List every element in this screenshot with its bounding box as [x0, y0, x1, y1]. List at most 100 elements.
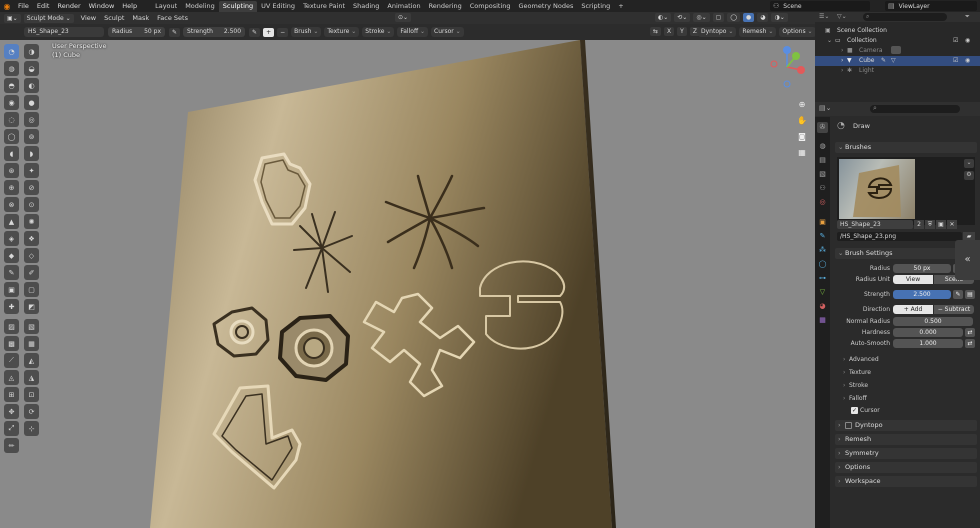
sidebar-toggle-icon[interactable]: «: [955, 240, 980, 280]
advanced-subpanel[interactable]: Advanced: [843, 355, 879, 365]
box-trim-tool-icon[interactable]: ▦: [24, 336, 39, 351]
cursor-checkbox[interactable]: ✓: [851, 407, 858, 414]
xray-icon[interactable]: ▢: [712, 13, 725, 22]
output-tab-icon[interactable]: ▤: [817, 155, 828, 166]
options-section-header[interactable]: Options: [835, 462, 977, 473]
line-project-tool-icon[interactable]: ⟋: [4, 353, 19, 368]
outliner-filter-icon[interactable]: ⏷: [965, 12, 970, 22]
transform-tool-icon[interactable]: ⊹: [24, 421, 39, 436]
remesh-section-header[interactable]: Remesh: [835, 434, 977, 445]
symmetry-y[interactable]: Y: [677, 27, 687, 36]
annotate-tool-icon[interactable]: ✏: [4, 438, 19, 453]
stroke-dropdown[interactable]: Stroke: [362, 27, 395, 37]
direction-add-button[interactable]: + Add: [893, 305, 933, 314]
brushes-section-header[interactable]: Brushes: [835, 142, 977, 153]
pivot-icon[interactable]: ⊙⌄: [395, 13, 414, 22]
pressure-radius-icon[interactable]: ✎: [169, 27, 181, 37]
3d-viewport[interactable]: [0, 40, 815, 528]
grab-tool-icon[interactable]: ✦: [24, 163, 39, 178]
scene-selector[interactable]: ⚇ Scene: [770, 1, 870, 11]
pan-hand-icon[interactable]: ✋: [796, 116, 808, 128]
hardness-invert-icon[interactable]: ⇄: [965, 328, 975, 337]
clay-thumb-tool-icon[interactable]: ◓: [4, 78, 19, 93]
tab-scripting[interactable]: Scripting: [577, 1, 614, 12]
stroke-subpanel[interactable]: Stroke: [843, 381, 868, 391]
brush-users-count[interactable]: 2: [914, 220, 924, 229]
rotate-transform-tool-icon[interactable]: ⟳: [24, 404, 39, 419]
tab-geometry-nodes[interactable]: Geometry Nodes: [515, 1, 578, 12]
axis-x-icon[interactable]: [797, 66, 805, 74]
scale-tool-icon[interactable]: ⤢: [4, 421, 19, 436]
multiplane-scrape-tool-icon[interactable]: ◗: [24, 146, 39, 161]
tool-tab-icon[interactable]: ✇: [817, 122, 828, 133]
mask-tool-icon[interactable]: ✎: [4, 265, 19, 280]
render-tab-icon[interactable]: ◍: [817, 141, 828, 152]
properties-type-icon[interactable]: ▤⌄: [819, 104, 831, 112]
draw-sharp-tool-icon[interactable]: ◑: [24, 44, 39, 59]
multires-displacement-eraser-icon[interactable]: ▣: [4, 282, 19, 297]
ortho-toggle-icon[interactable]: ▦: [796, 148, 808, 160]
mode-selector[interactable]: Sculpt Mode ⌄: [23, 13, 74, 23]
eye-icon[interactable]: ◉: [965, 56, 970, 66]
snake-hook-tool-icon[interactable]: ⊘: [24, 180, 39, 195]
radius-field[interactable]: Radius 50 px: [108, 27, 165, 37]
texture-subpanel[interactable]: Texture: [843, 368, 871, 378]
tab-uv-editing[interactable]: UV Editing: [257, 1, 299, 12]
object-tab-icon[interactable]: ▣: [817, 217, 828, 228]
menu-window[interactable]: Window: [85, 2, 119, 10]
menu-help[interactable]: Help: [118, 2, 141, 10]
expand-icon[interactable]: ›: [841, 56, 843, 66]
outliner-row-collection[interactable]: ⌄ ▭ Collection ☑ ◉: [815, 36, 980, 46]
navigation-gizmo[interactable]: [764, 44, 810, 90]
rotate-tool-icon[interactable]: ✺: [24, 214, 39, 229]
pinch-tool-icon[interactable]: ⊛: [4, 163, 19, 178]
strength-extra-icon[interactable]: ▤: [965, 290, 975, 299]
cloth-tool-icon[interactable]: ◆: [4, 248, 19, 263]
cursor-dropdown[interactable]: Cursor: [431, 27, 464, 37]
menu-sculpt[interactable]: Sculpt: [100, 14, 128, 22]
viewlayer-selector[interactable]: ▤ ViewLayer: [885, 1, 977, 11]
blob-tool-icon[interactable]: ●: [24, 95, 39, 110]
thumb-tool-icon[interactable]: ⊗: [4, 197, 19, 212]
shading-rendered-icon[interactable]: ◑⌄: [771, 13, 788, 22]
brush-preview-area[interactable]: ⌄ ⚙: [837, 157, 975, 225]
clay-strips-tool-icon[interactable]: ◒: [24, 61, 39, 76]
checkbox-icon[interactable]: ☑: [953, 56, 958, 66]
particles-tab-icon[interactable]: ⁂: [817, 245, 828, 256]
flatten-tool-icon[interactable]: ◯: [4, 129, 19, 144]
slide-relax-tool-icon[interactable]: ◈: [4, 231, 19, 246]
falloff-subpanel[interactable]: Falloff: [843, 394, 867, 404]
axis-y-icon[interactable]: [792, 52, 800, 60]
gizmo-toggle-icon[interactable]: ⟲⌄: [674, 13, 691, 22]
elastic-deform-tool-icon[interactable]: ⊕: [4, 180, 19, 195]
tab-modeling[interactable]: Modeling: [181, 1, 219, 12]
symmetry-x[interactable]: X: [664, 27, 675, 36]
filter-icon[interactable]: ▽⌄: [837, 12, 847, 22]
workspace-section-header[interactable]: Workspace: [835, 476, 977, 487]
overlays-icon[interactable]: ◎⌄: [693, 13, 710, 22]
view-object-types-icon[interactable]: ◐⌄: [655, 13, 672, 22]
hardness-field[interactable]: 0.000: [893, 328, 963, 337]
shading-material-icon[interactable]: ◕: [757, 13, 769, 22]
tab-rendering[interactable]: Rendering: [425, 1, 466, 12]
add-workspace-button[interactable]: +: [614, 1, 627, 12]
remesh-dropdown[interactable]: Remesh: [739, 27, 777, 37]
normal-radius-field[interactable]: 0.500: [893, 317, 973, 326]
shading-solid-icon[interactable]: ●: [742, 13, 755, 22]
radius-unit-view[interactable]: View: [893, 275, 933, 284]
menu-render[interactable]: Render: [53, 2, 84, 10]
auto-smooth-field[interactable]: 1.000: [893, 339, 963, 348]
paint-tool-icon[interactable]: ✚: [4, 299, 19, 314]
tab-layout[interactable]: Layout: [151, 1, 181, 12]
layer-tool-icon[interactable]: ◐: [24, 78, 39, 93]
scrape-tool-icon[interactable]: ◖: [4, 146, 19, 161]
outliner-row-camera[interactable]: › ■ Camera: [815, 46, 980, 56]
direction-add-button[interactable]: +: [263, 27, 275, 37]
brush-dropdown[interactable]: Brush: [291, 27, 322, 37]
boundary-tool-icon[interactable]: ❖: [24, 231, 39, 246]
menu-file[interactable]: File: [14, 2, 33, 10]
modifier-tab-icon[interactable]: ✎: [817, 231, 828, 242]
menu-mask[interactable]: Mask: [128, 14, 153, 22]
tab-sculpting[interactable]: Sculpting: [218, 0, 258, 12]
shading-wireframe-icon[interactable]: ◯: [727, 13, 740, 22]
